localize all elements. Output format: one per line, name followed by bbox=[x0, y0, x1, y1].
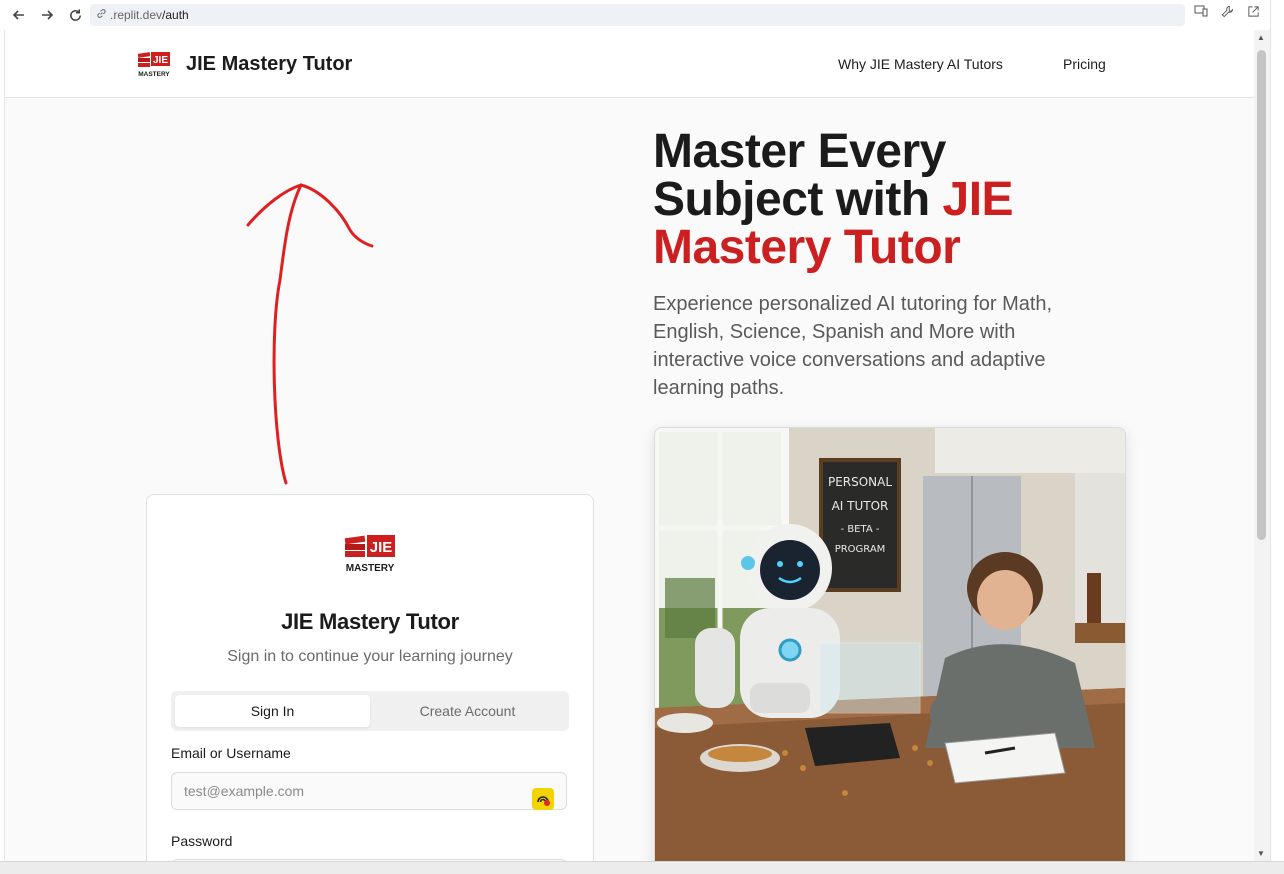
hero-title-line2: Subject with bbox=[653, 173, 943, 226]
device-toggle-icon[interactable] bbox=[1192, 5, 1210, 21]
password-manager-icon[interactable] bbox=[532, 788, 554, 810]
external-link-icon[interactable] bbox=[1244, 5, 1262, 21]
auth-card: JIE MASTERY JIE Mastery Tutor Sign in to… bbox=[146, 494, 594, 861]
auth-tabs: Sign In Create Account bbox=[171, 691, 569, 731]
svg-text:PROGRAM: PROGRAM bbox=[835, 544, 886, 555]
email-label: Email or Username bbox=[171, 745, 291, 761]
browser-toolbar: .replit.dev/auth bbox=[0, 0, 1270, 30]
svg-text:AI TUTOR: AI TUTOR bbox=[832, 499, 889, 513]
page-viewport: JIE MASTERY JIE Mastery Tutor Why JIE Ma… bbox=[4, 30, 1255, 861]
wrench-icon[interactable] bbox=[1218, 5, 1236, 21]
tab-create-account[interactable]: Create Account bbox=[370, 695, 565, 727]
page-scrollbar[interactable]: ▲ ▼ bbox=[1254, 30, 1270, 861]
password-label: Password bbox=[171, 833, 233, 849]
scrollbar-thumb[interactable] bbox=[1257, 50, 1266, 540]
reload-icon[interactable] bbox=[63, 3, 87, 27]
url-path: /auth bbox=[162, 8, 189, 22]
brand-name: JIE Mastery Tutor bbox=[186, 52, 353, 75]
taskbar-edge bbox=[0, 861, 1284, 874]
address-bar[interactable]: .replit.dev/auth bbox=[90, 4, 1185, 26]
svg-text:MASTERY: MASTERY bbox=[138, 71, 170, 78]
forward-arrow-icon[interactable] bbox=[35, 3, 59, 27]
hero-title-accent2: Mastery Tutor bbox=[653, 221, 961, 274]
auth-title: JIE Mastery Tutor bbox=[281, 609, 459, 634]
url-prefix: .replit.dev bbox=[110, 8, 163, 22]
back-arrow-icon[interactable] bbox=[7, 3, 31, 27]
scroll-down-icon[interactable]: ▼ bbox=[1257, 849, 1265, 858]
brand[interactable]: JIE MASTERY JIE Mastery Tutor bbox=[137, 50, 352, 78]
auth-subtitle: Sign in to continue your learning journe… bbox=[227, 648, 513, 665]
hero-title-line1: Master Every bbox=[653, 125, 946, 178]
hero-illustration: PERSONAL AI TUTOR - BETA - PROGRAM bbox=[654, 427, 1126, 861]
hero-subtitle: Experience personalized AI tutoring for … bbox=[653, 293, 1053, 399]
svg-text:JIE: JIE bbox=[153, 55, 168, 66]
hero-title: Master Every Subject with JIE Mastery Tu… bbox=[653, 128, 1093, 272]
svg-text:JIE: JIE bbox=[370, 539, 393, 556]
tab-sign-in[interactable]: Sign In bbox=[175, 695, 370, 727]
side-panel-edge bbox=[1270, 0, 1284, 873]
site-header: JIE MASTERY JIE Mastery Tutor Why JIE Ma… bbox=[5, 30, 1255, 98]
jie-mastery-logo: JIE MASTERY bbox=[344, 535, 395, 574]
hero-title-accent1: JIE bbox=[942, 173, 1014, 226]
nav-why-jie[interactable]: Why JIE Mastery AI Tutors bbox=[838, 56, 1003, 72]
jie-mastery-logo: JIE MASTERY bbox=[137, 52, 170, 78]
nav-pricing[interactable]: Pricing bbox=[1063, 56, 1106, 72]
svg-text:- BETA -: - BETA - bbox=[841, 524, 880, 535]
email-field[interactable] bbox=[171, 772, 567, 810]
svg-text:PERSONAL: PERSONAL bbox=[828, 475, 892, 489]
scroll-up-icon[interactable]: ▲ bbox=[1257, 33, 1265, 42]
site-info-icon[interactable] bbox=[96, 8, 107, 22]
toolbar-actions bbox=[1192, 5, 1262, 21]
svg-text:MASTERY: MASTERY bbox=[346, 563, 395, 574]
